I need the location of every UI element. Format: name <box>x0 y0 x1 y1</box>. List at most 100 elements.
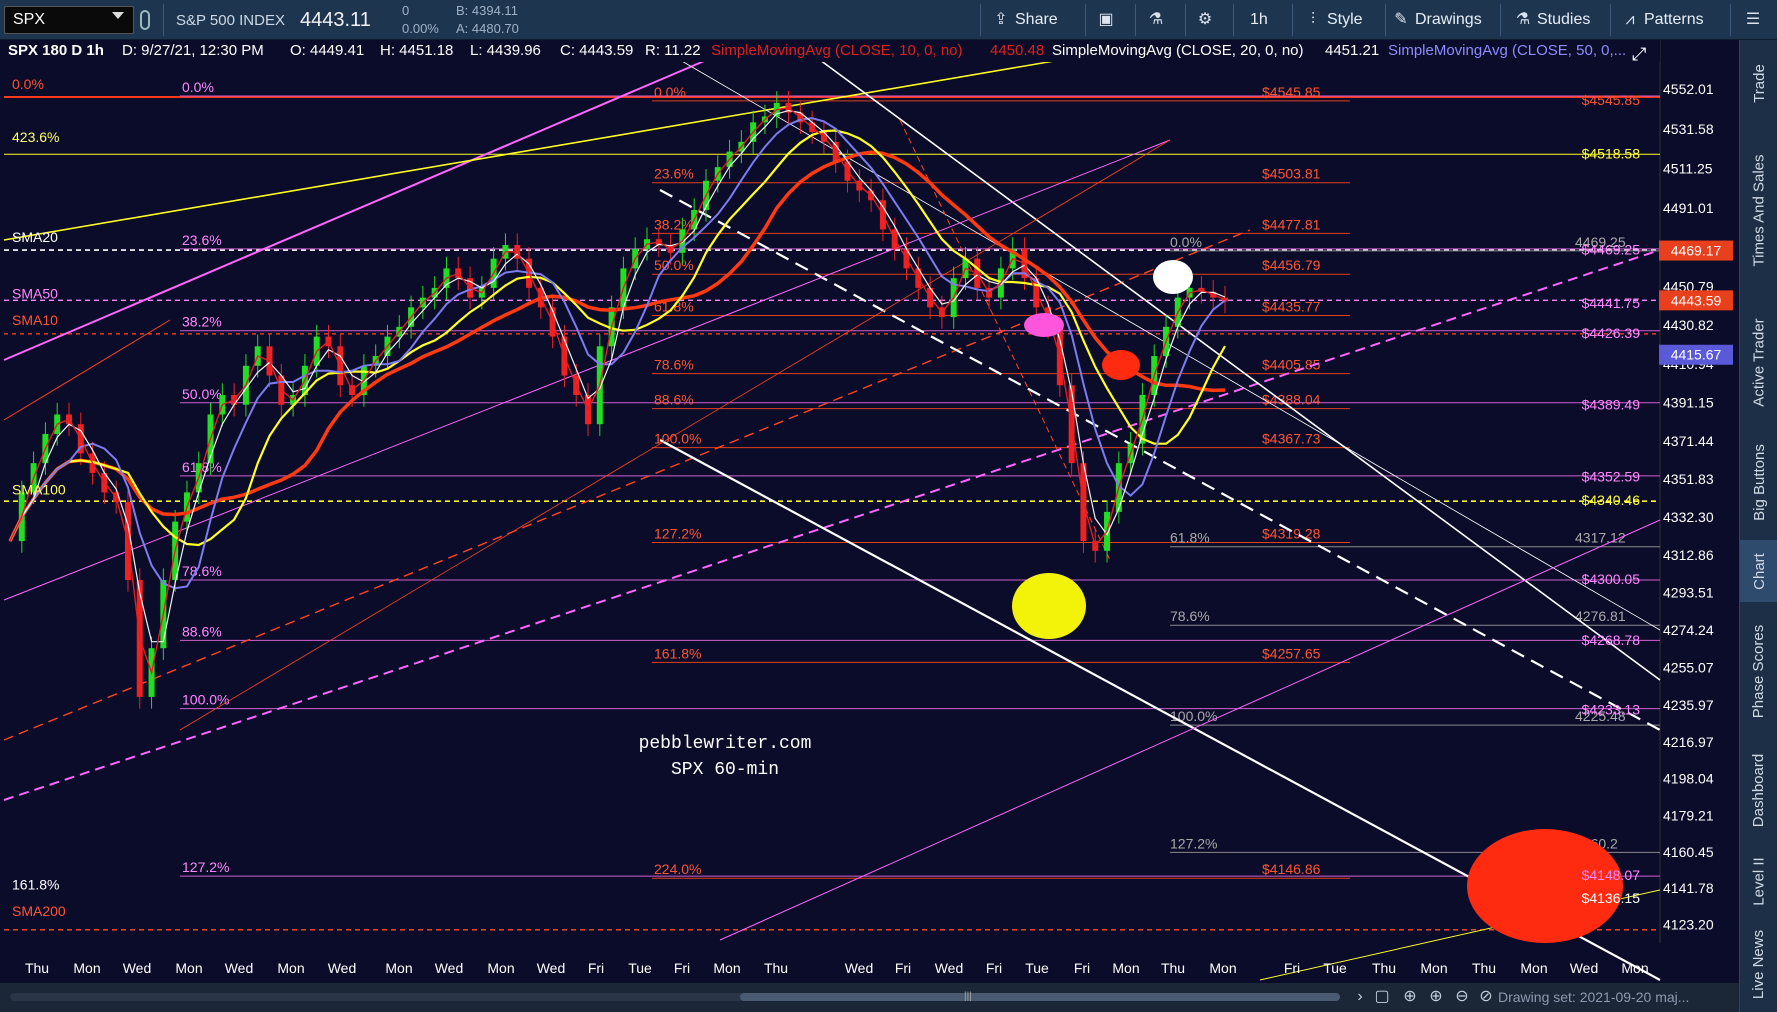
tab-active-trader[interactable]: Active Trader <box>1740 302 1777 422</box>
separator <box>1500 4 1501 36</box>
x-tick-label: Mon <box>487 960 514 976</box>
bar-high: H: 4451.18 <box>380 42 454 59</box>
chart-annotation: pebblewriter.com <box>639 734 812 754</box>
fib-pink-label: 88.6% <box>182 623 222 639</box>
fib-orange-label: 224.0% <box>654 861 701 877</box>
frame-icon[interactable]: ▢ <box>1372 987 1392 1007</box>
chart-annotation: SPX 60-min <box>671 760 779 780</box>
chevron-right-icon[interactable]: › <box>1350 987 1370 1007</box>
tab-trade[interactable]: Trade <box>1740 52 1777 114</box>
x-tick-label: Mon <box>1420 960 1447 976</box>
studies-label: Studies <box>1537 11 1591 28</box>
sma10-value: 4450.48 <box>990 42 1045 59</box>
x-tick-label: Tue <box>1323 960 1347 976</box>
timeframe-button[interactable]: 1h <box>1250 0 1268 40</box>
expand-icon[interactable]: ⤢ <box>1632 44 1646 65</box>
pattern-icon: ⩘ <box>1625 11 1635 28</box>
price-chart[interactable]: 0.0% 23.6% 38.2% 50.0% 61.8% 78.6% 88.6% 100.0%… <box>0 40 1739 983</box>
share-button[interactable]: ⇪ Share <box>993 0 1058 40</box>
right-level-price: $4233.13 <box>1582 701 1641 717</box>
x-tick-label: Wed <box>328 960 357 976</box>
x-tick-label: Mon <box>713 960 740 976</box>
fib-orange-price: $4146.86 <box>1262 861 1321 877</box>
style-label: Style <box>1327 11 1363 28</box>
sma10-label[interactable]: SimpleMovingAvg (CLOSE, 10, 0, no) <box>711 42 963 59</box>
price-tag-label: 4415.67 <box>1671 347 1722 363</box>
fib-gray-label: 78.6% <box>1170 608 1210 624</box>
pan-icon[interactable]: ⊘ <box>1476 987 1496 1007</box>
style-button[interactable]: ⫶ Style <box>1305 0 1363 40</box>
fib-orange-price: $4319.28 <box>1262 525 1321 541</box>
right-level-price: $4352.59 <box>1582 469 1641 485</box>
fib-orange-label: 0.0% <box>654 84 686 100</box>
price-tag-label: 4469.17 <box>1671 243 1722 259</box>
tab-label: Times And Sales <box>1750 154 1768 266</box>
x-tick-label: Fri <box>588 960 604 976</box>
x-tick-label: Wed <box>537 960 566 976</box>
fib-orange-price: $4435.77 <box>1262 299 1321 315</box>
tab-label: Trade <box>1750 63 1768 103</box>
tab-label: Dashboard <box>1750 753 1768 827</box>
tab-level-ii[interactable]: Level II <box>1740 848 1777 914</box>
crosshair-icon[interactable]: ⊕ <box>1400 987 1420 1007</box>
y-tick-label: 4371.44 <box>1663 433 1714 449</box>
index-name: S&P 500 INDEX <box>176 12 285 29</box>
pencil-icon: ✎ <box>1394 11 1408 28</box>
tab-times-and-sales[interactable]: Times And Sales <box>1740 130 1777 290</box>
right-level-price: $4268.78 <box>1582 632 1641 648</box>
fib-gray-price: 4276.81 <box>1575 608 1626 624</box>
y-tick-label: 4491.01 <box>1663 200 1714 216</box>
drawing-set-label[interactable]: Drawing set: 2021-09-20 maj... <box>1498 989 1689 1005</box>
toolbar: SPX S&P 500 INDEX 4443.11 0 0.00% B: 439… <box>0 0 1777 40</box>
ask-price: A: 4480.70 <box>456 21 519 36</box>
highlight-target <box>1467 829 1623 943</box>
tab-live-news[interactable]: Live News <box>1740 920 1777 1008</box>
y-tick-label: 4160.45 <box>1663 844 1714 860</box>
grip-icon: ||| <box>964 991 972 1002</box>
zoom-in-icon[interactable]: ⊕ <box>1426 987 1446 1007</box>
right-level-price: $4389.49 <box>1582 397 1641 413</box>
tab-big-buttons[interactable]: Big Buttons <box>1740 432 1777 532</box>
separator <box>1135 4 1136 36</box>
x-tick-label: Wed <box>225 960 254 976</box>
symbol-input[interactable]: SPX <box>4 6 134 34</box>
flask-icon: ⚗ <box>1148 11 1164 28</box>
fib-orange-label: 38.2% <box>654 216 694 232</box>
tab-chart[interactable]: Chart <box>1740 540 1777 602</box>
sma20-label[interactable]: SimpleMovingAvg (CLOSE, 20, 0, no) <box>1052 42 1304 59</box>
patterns-button[interactable]: ⩘ Patterns <box>1622 0 1703 40</box>
fib-gray-label: 0.0% <box>1170 234 1202 250</box>
price-tag-label: 4443.59 <box>1671 292 1722 308</box>
symbol-text: SPX <box>13 11 46 28</box>
candles-icon: ⫶ <box>1310 11 1315 28</box>
x-tick-label: Thu <box>25 960 49 976</box>
tab-phase-scores[interactable]: Phase Scores <box>1740 612 1777 730</box>
x-tick-label: Mon <box>1112 960 1139 976</box>
left-level-label: 0.0% <box>12 76 44 92</box>
separator <box>1730 4 1731 36</box>
x-tick-label: Fri <box>674 960 690 976</box>
left-level-label: SMA20 <box>12 229 58 245</box>
scroll-thumb[interactable] <box>740 993 1340 1001</box>
menu-button[interactable]: ☰ <box>1745 0 1761 40</box>
studies-button[interactable]: ⚗ Studies <box>1515 0 1591 40</box>
highlight-pink <box>1024 313 1064 337</box>
x-tick-label: Mon <box>1209 960 1236 976</box>
tab-dashboard[interactable]: Dashboard <box>1740 740 1777 840</box>
tab-label: Big Buttons <box>1750 443 1768 521</box>
zoom-out-icon[interactable]: ⊖ <box>1452 987 1472 1007</box>
screenshot-button[interactable]: ▣ <box>1098 0 1114 40</box>
x-tick-label: Wed <box>435 960 464 976</box>
experiment-button[interactable]: ⚗ <box>1148 0 1164 40</box>
link-icon[interactable] <box>140 10 150 30</box>
sma50-label[interactable]: SimpleMovingAvg (CLOSE, 50, 0,... <box>1388 42 1626 59</box>
share-label: Share <box>1015 11 1058 28</box>
y-tick-label: 4351.83 <box>1663 471 1714 487</box>
chevron-down-icon[interactable] <box>112 12 124 19</box>
x-tick-label: Wed <box>123 960 152 976</box>
left-level-label: SMA200 <box>12 903 66 919</box>
fib-orange-price: $4257.65 <box>1262 645 1321 661</box>
drawings-button[interactable]: ✎ Drawings <box>1393 0 1481 40</box>
settings-button[interactable]: ⚙ <box>1197 0 1213 40</box>
x-tick-label: Mon <box>73 960 100 976</box>
